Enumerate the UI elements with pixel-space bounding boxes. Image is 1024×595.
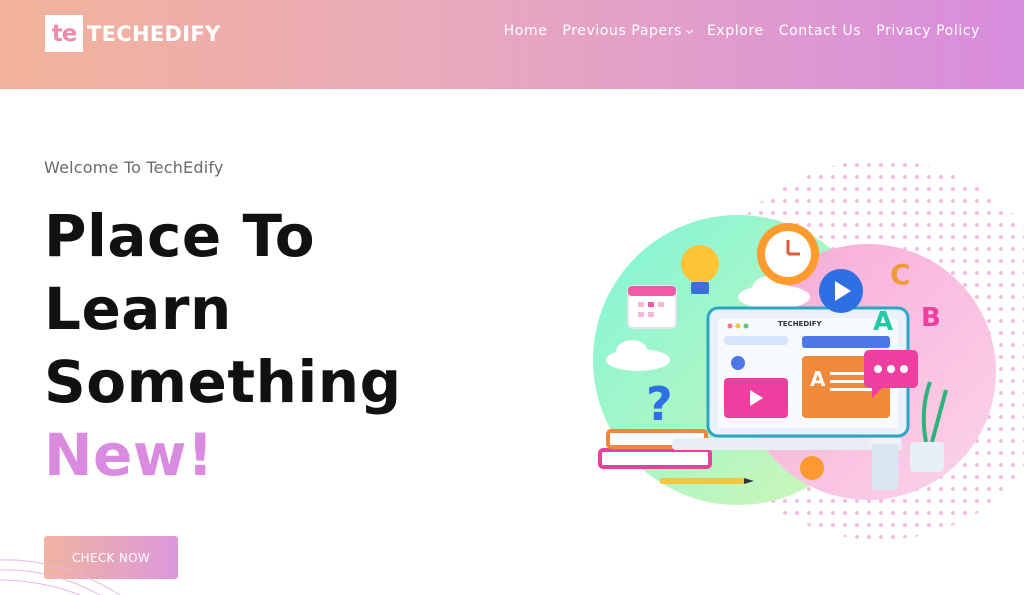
nav-previous-papers[interactable]: Previous Papers: [562, 23, 694, 39]
chevron-down-icon: [685, 26, 694, 34]
question-mark-icon: ?: [646, 377, 673, 431]
hero-illustration: TECHEDIFY A ? C A B: [593, 160, 1024, 540]
headline-line-3: Something: [44, 348, 402, 416]
pencil-icon: [660, 478, 754, 484]
user-icon: [731, 356, 745, 370]
svg-text:?: ?: [646, 377, 673, 431]
cup-icon: [870, 438, 900, 490]
headline-line-1: Place To: [44, 202, 316, 270]
nav-home[interactable]: Home: [504, 23, 548, 39]
headline-line-2: Learn: [44, 275, 232, 343]
nav-contact-us[interactable]: Contact Us: [779, 23, 861, 39]
site-header: te TECHEDIFY Home Previous Papers Explor…: [0, 0, 1024, 89]
nav-explore[interactable]: Explore: [707, 23, 764, 39]
letter-a: A: [873, 307, 893, 337]
nav-privacy-policy[interactable]: Privacy Policy: [876, 23, 980, 39]
welcome-text: Welcome To TechEdify: [44, 158, 224, 177]
brand-logo[interactable]: te TECHEDIFY: [45, 15, 221, 52]
brand-name: TECHEDIFY: [87, 21, 221, 46]
nav-previous-papers-label: Previous Papers: [562, 23, 682, 39]
hero-headline: Place To Learn Something New!: [44, 200, 402, 492]
logo-badge: te: [45, 15, 83, 52]
letter-b: B: [921, 303, 941, 333]
letter-c: C: [890, 258, 911, 291]
main-nav: Home Previous Papers Explore Contact Us …: [489, 23, 980, 39]
clock-icon: [757, 223, 819, 285]
svg-text:A: A: [810, 367, 826, 391]
screen-brand-label: TECHEDIFY: [778, 320, 823, 328]
headline-accent: New!: [44, 421, 214, 489]
orange-ball: [800, 456, 824, 480]
play-icon: [819, 269, 863, 313]
decorative-arcs: [0, 559, 121, 595]
calendar-icon: [627, 285, 677, 329]
